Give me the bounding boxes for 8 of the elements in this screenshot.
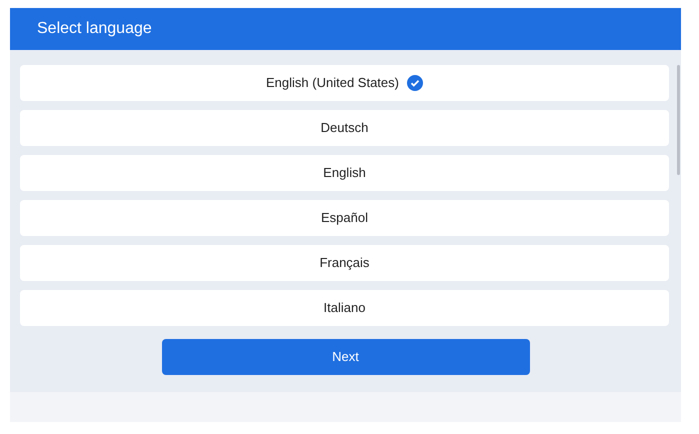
header-title: Select language — [37, 19, 152, 39]
language-option[interactable]: English (United States) — [20, 65, 669, 101]
language-option[interactable]: Español — [20, 200, 669, 236]
language-option[interactable]: Français — [20, 245, 669, 281]
language-option[interactable]: English — [20, 155, 669, 191]
next-button[interactable]: Next — [162, 339, 530, 375]
language-option[interactable]: Italiano — [20, 290, 669, 326]
language-option[interactable]: Deutsch — [20, 110, 669, 146]
